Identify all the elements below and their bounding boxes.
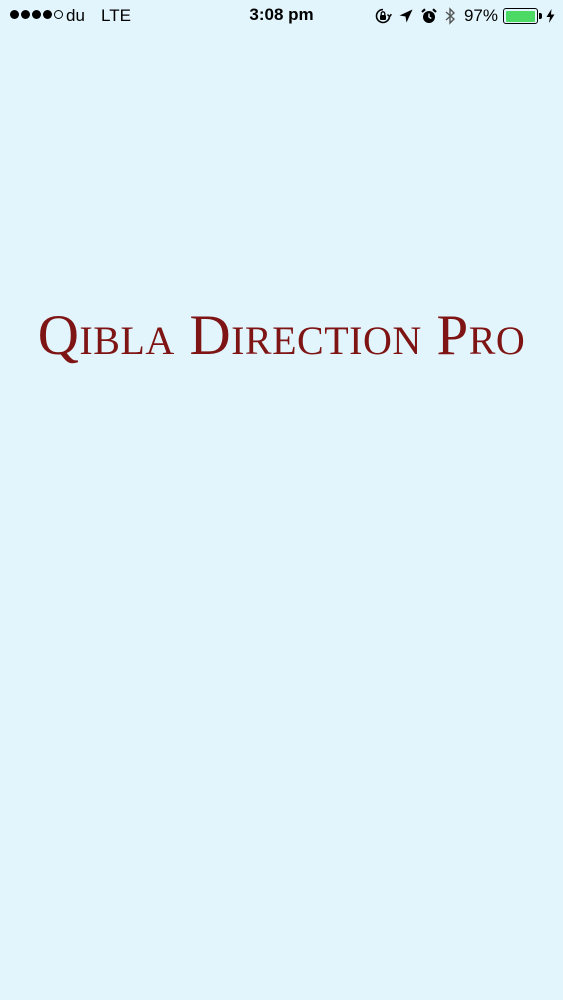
- location-arrow-icon: [398, 8, 414, 24]
- alarm-icon: [420, 7, 438, 25]
- status-bar: du LTE 3:08 pm 97%: [0, 0, 563, 32]
- battery-percentage: 97%: [463, 6, 498, 25]
- battery-icon: [503, 8, 542, 24]
- bluetooth-icon: [444, 7, 456, 25]
- app-title: Qibla Direction Pro: [37, 304, 526, 367]
- battery-level-fill: [505, 10, 535, 22]
- orientation-lock-icon: [374, 7, 392, 25]
- status-icons: 97%: [368, 4, 555, 28]
- charging-bolt-icon: [546, 9, 555, 23]
